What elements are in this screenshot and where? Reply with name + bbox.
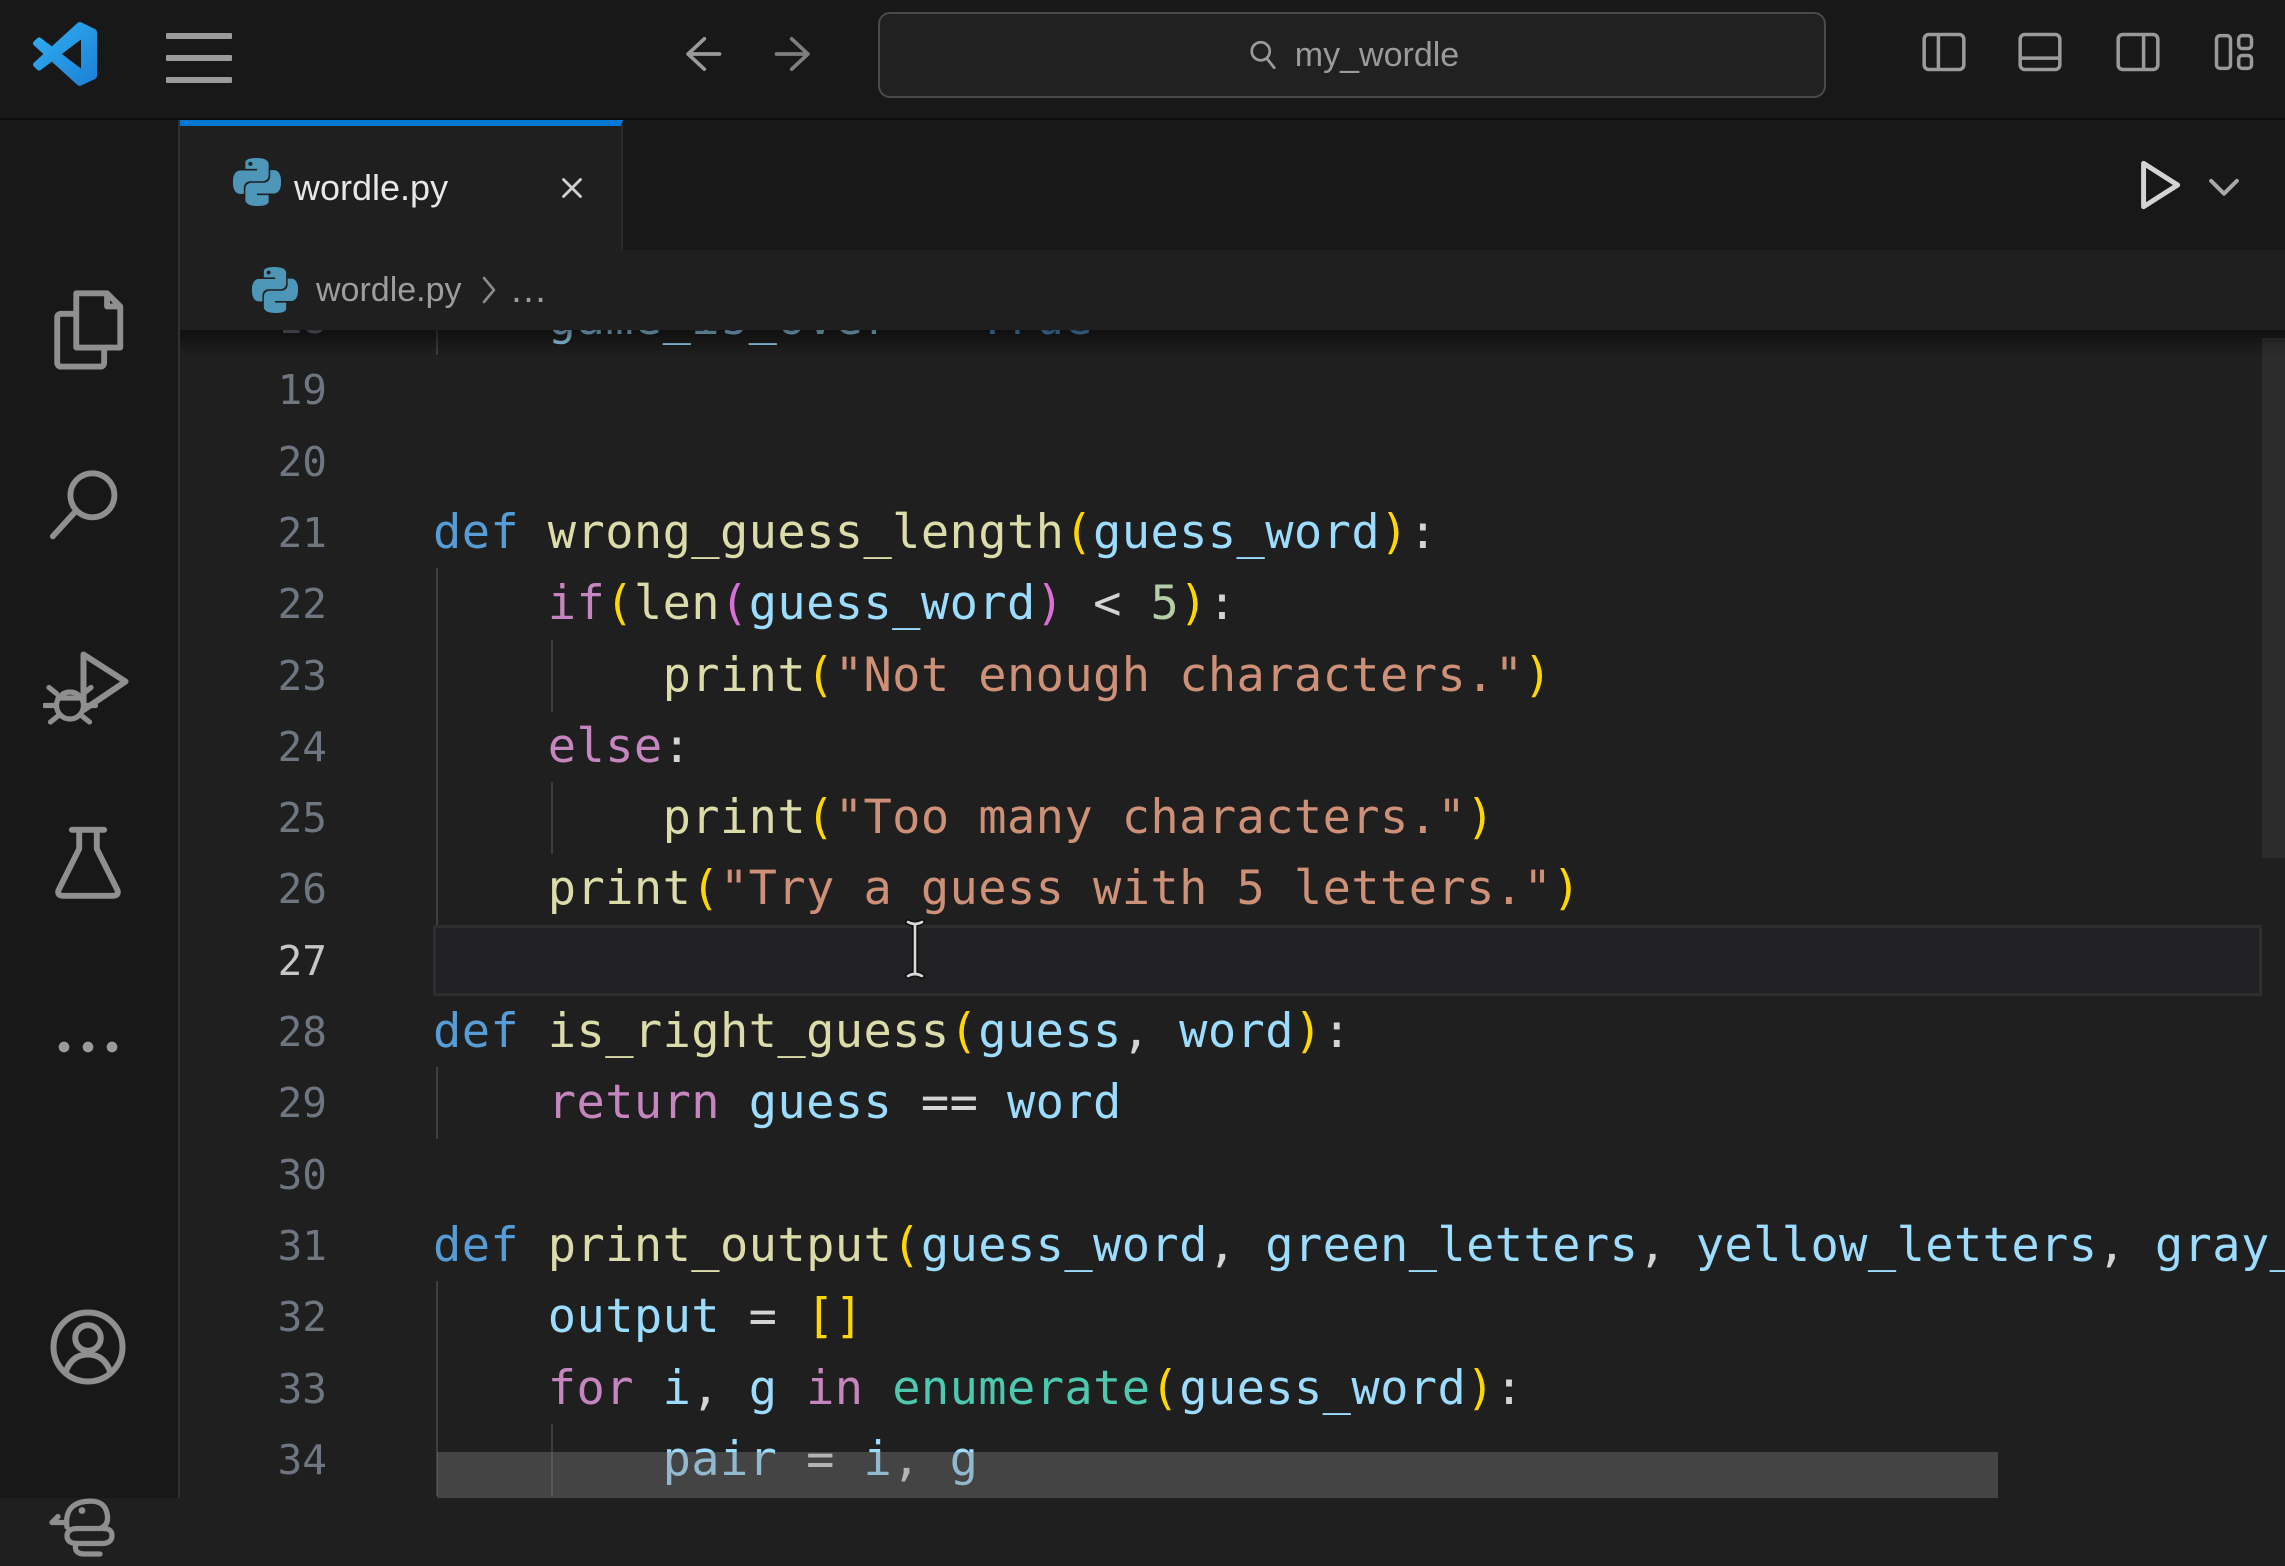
vertical-scrollbar[interactable] [2262, 330, 2285, 1498]
code-line-21[interactable]: 21 def wrong_guess_length(guess_word): [180, 497, 2285, 569]
run-python-file-icon[interactable] [2124, 152, 2190, 218]
line-number-32[interactable]: 32 [180, 1281, 327, 1353]
code-line-26[interactable]: 26 print("Try a guess with 5 letters.") [180, 853, 2285, 925]
tab-close-icon[interactable] [546, 162, 598, 214]
breadcrumb-separator-icon [478, 273, 500, 307]
code-text: print("Not enough characters.") [433, 640, 1552, 712]
code-text: if(len(guess_word) < 5): [433, 568, 1237, 640]
search-input[interactable]: my_wordle [878, 12, 1826, 98]
code-text: game_is_over = True [433, 330, 1093, 355]
line-number-18[interactable]: 18 [180, 330, 327, 355]
explorer-icon[interactable] [43, 282, 133, 372]
indent-guide [436, 330, 438, 355]
code-line-23[interactable]: 23 print("Not enough characters.") [180, 640, 2285, 712]
line-number-29[interactable]: 29 [180, 1067, 327, 1139]
search-value: my_wordle [1295, 36, 1459, 75]
code-text: else: [433, 711, 691, 783]
line-number-34[interactable]: 34 [180, 1424, 327, 1496]
tab-label: wordle.py [294, 126, 448, 250]
code-text: return guess == word [433, 1067, 1122, 1139]
line-number-30[interactable]: 30 [180, 1139, 327, 1211]
line-number-31[interactable]: 31 [180, 1210, 327, 1282]
customize-layout-icon[interactable] [2206, 24, 2262, 80]
code-line-19[interactable]: 19 [180, 354, 2285, 426]
run-debug-icon[interactable] [43, 644, 133, 734]
python-file-icon [252, 267, 298, 313]
code-line-24[interactable]: 24 else: [180, 711, 2285, 783]
horizontal-scrollbar[interactable] [437, 1452, 1998, 1498]
python-file-icon [233, 158, 281, 206]
code-line-28[interactable]: 28 def is_right_guess(guess, word): [180, 996, 2285, 1068]
line-number-24[interactable]: 24 [180, 711, 327, 783]
run-options-chevron-icon[interactable] [2204, 162, 2244, 208]
line-number-25[interactable]: 25 [180, 782, 327, 854]
code-line-18[interactable]: 18 game_is_over = True [180, 330, 2285, 355]
code-line-31[interactable]: 31 def print_output(guess_word, green_let… [180, 1210, 2285, 1282]
account-icon[interactable] [43, 1302, 133, 1392]
tab-bar: wordle.py [180, 120, 2285, 250]
title-bar: my_wordle [0, 0, 2285, 120]
code-line-30[interactable]: 30 [180, 1139, 2285, 1211]
toggle-panel-icon[interactable] [2012, 24, 2068, 80]
menu-icon[interactable] [166, 30, 232, 86]
line-number-23[interactable]: 23 [180, 640, 327, 712]
code-text: def print_output(guess_word, green_lette… [433, 1210, 2285, 1282]
search-sidebar-icon[interactable] [43, 462, 133, 552]
line-number-33[interactable]: 33 [180, 1353, 327, 1425]
forward-arrow-icon[interactable] [770, 28, 822, 80]
code-line-20[interactable]: 20 [180, 426, 2285, 498]
code-line-27[interactable]: 27 [180, 925, 2285, 997]
line-number-20[interactable]: 20 [180, 426, 327, 498]
testing-icon[interactable] [43, 820, 133, 910]
line-number-26[interactable]: 26 [180, 853, 327, 925]
line-number-22[interactable]: 22 [180, 568, 327, 640]
code-line-33[interactable]: 33 for i, g in enumerate(guess_word): [180, 1353, 2285, 1425]
breadcrumb-file[interactable]: wordle.py [316, 271, 462, 310]
more-views-icon[interactable] [43, 1002, 133, 1092]
code-line-29[interactable]: 29 return guess == word [180, 1067, 2285, 1139]
code-editor[interactable]: 18 game_is_over = True192021def wrong_gu… [180, 330, 2285, 1498]
code-text: print("Try a guess with 5 letters.") [433, 853, 1581, 925]
line-number-27[interactable]: 27 [180, 925, 327, 997]
code-line-25[interactable]: 25 print("Too many characters.") [180, 782, 2285, 854]
line-number-21[interactable]: 21 [180, 497, 327, 569]
toggle-secondary-sidebar-icon[interactable] [2110, 24, 2166, 80]
toggle-primary-sidebar-icon[interactable] [1916, 24, 1972, 80]
vscode-logo-icon [33, 22, 97, 86]
activity-bar [0, 120, 180, 1498]
line-number-28[interactable]: 28 [180, 996, 327, 1068]
breadcrumb-more[interactable]: … [510, 280, 548, 300]
editor-actions [2124, 140, 2274, 230]
code-line-22[interactable]: 22 if(len(guess_word) < 5): [180, 568, 2285, 640]
python-environments-icon[interactable] [43, 1476, 133, 1566]
code-text: def is_right_guess(guess, word): [433, 996, 1351, 1068]
back-arrow-icon[interactable] [674, 28, 726, 80]
code-text: print("Too many characters.") [433, 782, 1495, 854]
code-text: for i, g in enumerate(guess_word): [433, 1353, 1524, 1425]
tab-wordle-py[interactable]: wordle.py [180, 120, 623, 250]
line-number-19[interactable]: 19 [180, 354, 327, 426]
search-icon [1245, 37, 1281, 73]
code-text: output = [] [433, 1281, 863, 1353]
code-text: def wrong_guess_length(guess_word): [433, 497, 1437, 569]
editor-group: wordle.py wordle.py … 18 game_is_over = … [180, 120, 2285, 1498]
breadcrumbs: wordle.py … [180, 250, 2285, 330]
code-line-32[interactable]: 32 output = [] [180, 1281, 2285, 1353]
